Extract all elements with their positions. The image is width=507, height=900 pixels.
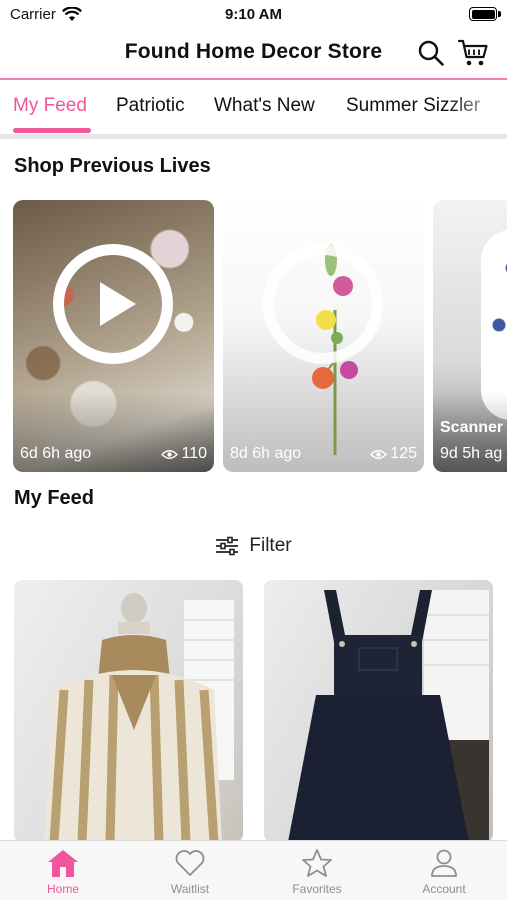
product-card[interactable] xyxy=(264,580,493,842)
lives-heading: Shop Previous Lives xyxy=(14,155,211,177)
nav-favorites[interactable]: Favorites xyxy=(254,841,380,900)
live-card[interactable]: 6d 6h ago 110 xyxy=(13,200,214,472)
play-icon xyxy=(100,282,136,326)
nav-account[interactable]: Account xyxy=(381,841,507,900)
category-tabs: My Feed Patriotic What's New Summer Sizz… xyxy=(0,80,507,134)
battery-icon xyxy=(469,7,497,21)
tab-whats-new[interactable]: What's New xyxy=(214,95,315,117)
nav-waitlist[interactable]: Waitlist xyxy=(127,841,253,900)
filter-label: Filter xyxy=(249,535,292,556)
cart-button[interactable] xyxy=(456,36,490,70)
status-time: 9:10 AM xyxy=(225,6,282,23)
filter-button[interactable]: Filter xyxy=(0,533,507,559)
tab-patriotic[interactable]: Patriotic xyxy=(116,95,185,117)
search-button[interactable] xyxy=(414,36,448,70)
nav-home[interactable]: Home xyxy=(0,841,126,900)
nav-account-label: Account xyxy=(422,882,466,896)
play-button[interactable] xyxy=(53,244,173,364)
nav-waitlist-label: Waitlist xyxy=(170,882,210,896)
sliders-icon xyxy=(216,536,239,556)
live-time-ago: 8d 6h ago xyxy=(230,445,302,462)
active-tab-indicator xyxy=(13,128,91,133)
live-seller-name: Scanner xyxy=(440,419,504,436)
search-icon xyxy=(418,40,444,66)
bottom-navigation: Home Waitlist Favorites Account xyxy=(0,840,507,900)
eye-icon xyxy=(161,449,179,459)
person-icon xyxy=(431,849,457,877)
status-bar: Carrier 9:10 AM xyxy=(0,0,507,28)
tabs-divider xyxy=(0,134,507,139)
live-views-value: 125 xyxy=(390,445,417,462)
star-icon xyxy=(302,849,332,877)
nav-favorites-label: Favorites xyxy=(292,882,342,896)
live-views-value: 110 xyxy=(181,445,207,462)
live-time-ago: 9d 5h ag xyxy=(440,445,503,462)
app-header: Found Home Decor Store xyxy=(0,28,507,78)
eye-icon xyxy=(370,449,388,459)
nav-home-label: Home xyxy=(46,882,79,896)
live-view-count: 110 xyxy=(161,445,207,463)
overalls-image xyxy=(288,590,489,842)
product-card[interactable] xyxy=(14,580,243,842)
feed-heading: My Feed xyxy=(14,487,95,509)
play-button[interactable] xyxy=(263,244,383,364)
live-time-ago: 6d 6h ago xyxy=(20,445,92,462)
cart-icon xyxy=(457,39,488,66)
live-view-count: 125 xyxy=(370,445,417,463)
live-card[interactable]: Scanner 9d 5h ag xyxy=(433,200,507,472)
tab-my-feed[interactable]: My Feed xyxy=(13,95,87,117)
home-icon xyxy=(48,850,78,877)
lives-carousel[interactable]: 6d 6h ago 110 8d 6h ago 125 Scanner 9d 5… xyxy=(0,200,507,472)
live-card[interactable]: 8d 6h ago 125 xyxy=(223,200,424,472)
heart-icon xyxy=(175,850,205,876)
striped-top-image xyxy=(44,593,234,842)
